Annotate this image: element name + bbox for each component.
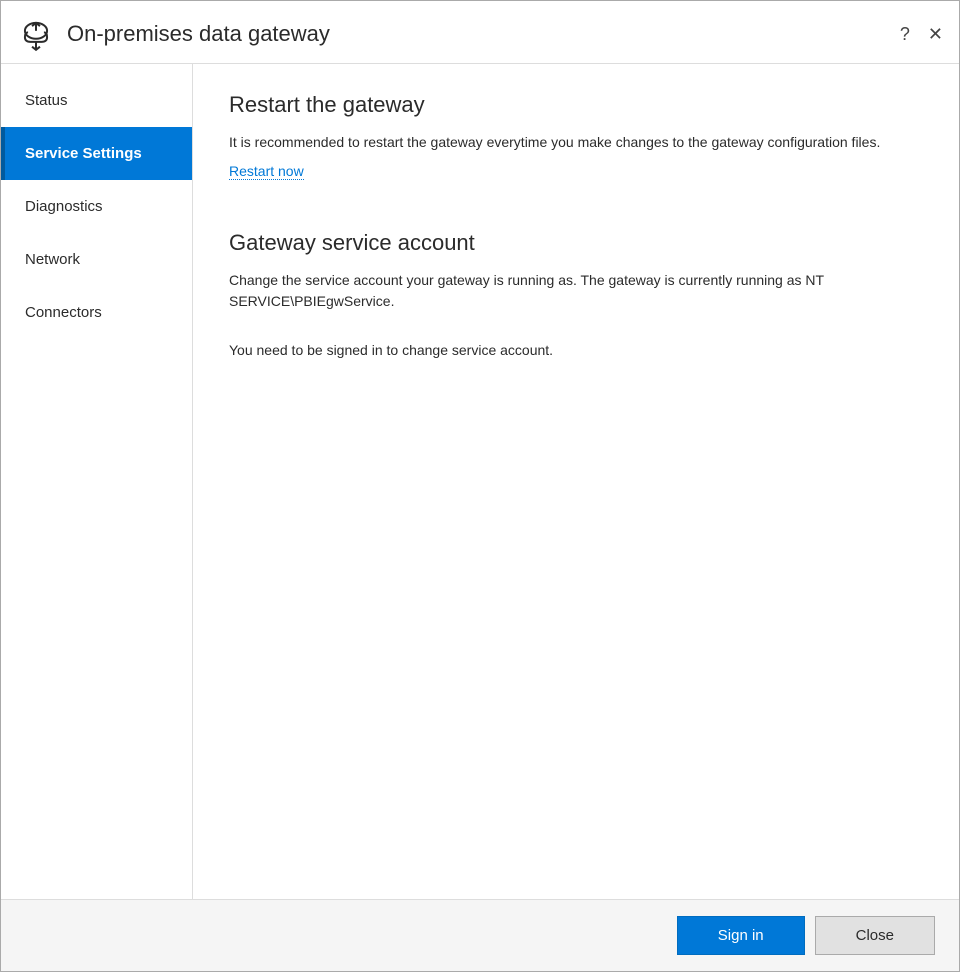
sidebar-item-connectors[interactable]: Connectors: [1, 286, 192, 339]
restart-now-link[interactable]: Restart now: [229, 163, 304, 180]
sidebar-item-diagnostics[interactable]: Diagnostics: [1, 180, 192, 233]
close-button[interactable]: ✕: [928, 24, 943, 45]
app-icon: [17, 15, 55, 53]
sidebar-item-network[interactable]: Network: [1, 233, 192, 286]
account-description1: Change the service account your gateway …: [229, 270, 923, 312]
footer: Sign in Close: [1, 899, 959, 971]
close-button[interactable]: Close: [815, 916, 935, 955]
main-content: Restart the gateway It is recommended to…: [193, 64, 959, 899]
gateway-account-section: Gateway service account Change the servi…: [229, 230, 923, 361]
sign-in-button[interactable]: Sign in: [677, 916, 805, 955]
account-title: Gateway service account: [229, 230, 923, 256]
main-window: On-premises data gateway ? ✕ Status Serv…: [0, 0, 960, 972]
account-description2: You need to be signed in to change servi…: [229, 340, 923, 361]
sidebar-item-status[interactable]: Status: [1, 74, 192, 127]
restart-title: Restart the gateway: [229, 92, 923, 118]
content-area: Status Service Settings Diagnostics Netw…: [1, 64, 959, 899]
title-bar: On-premises data gateway ? ✕: [1, 1, 959, 64]
restart-description: It is recommended to restart the gateway…: [229, 132, 923, 153]
window-controls: ? ✕: [900, 24, 943, 45]
sidebar-item-service-settings[interactable]: Service Settings: [1, 127, 192, 180]
sidebar: Status Service Settings Diagnostics Netw…: [1, 64, 193, 899]
window-title: On-premises data gateway: [67, 21, 900, 47]
restart-section: Restart the gateway It is recommended to…: [229, 92, 923, 210]
help-button[interactable]: ?: [900, 24, 910, 45]
